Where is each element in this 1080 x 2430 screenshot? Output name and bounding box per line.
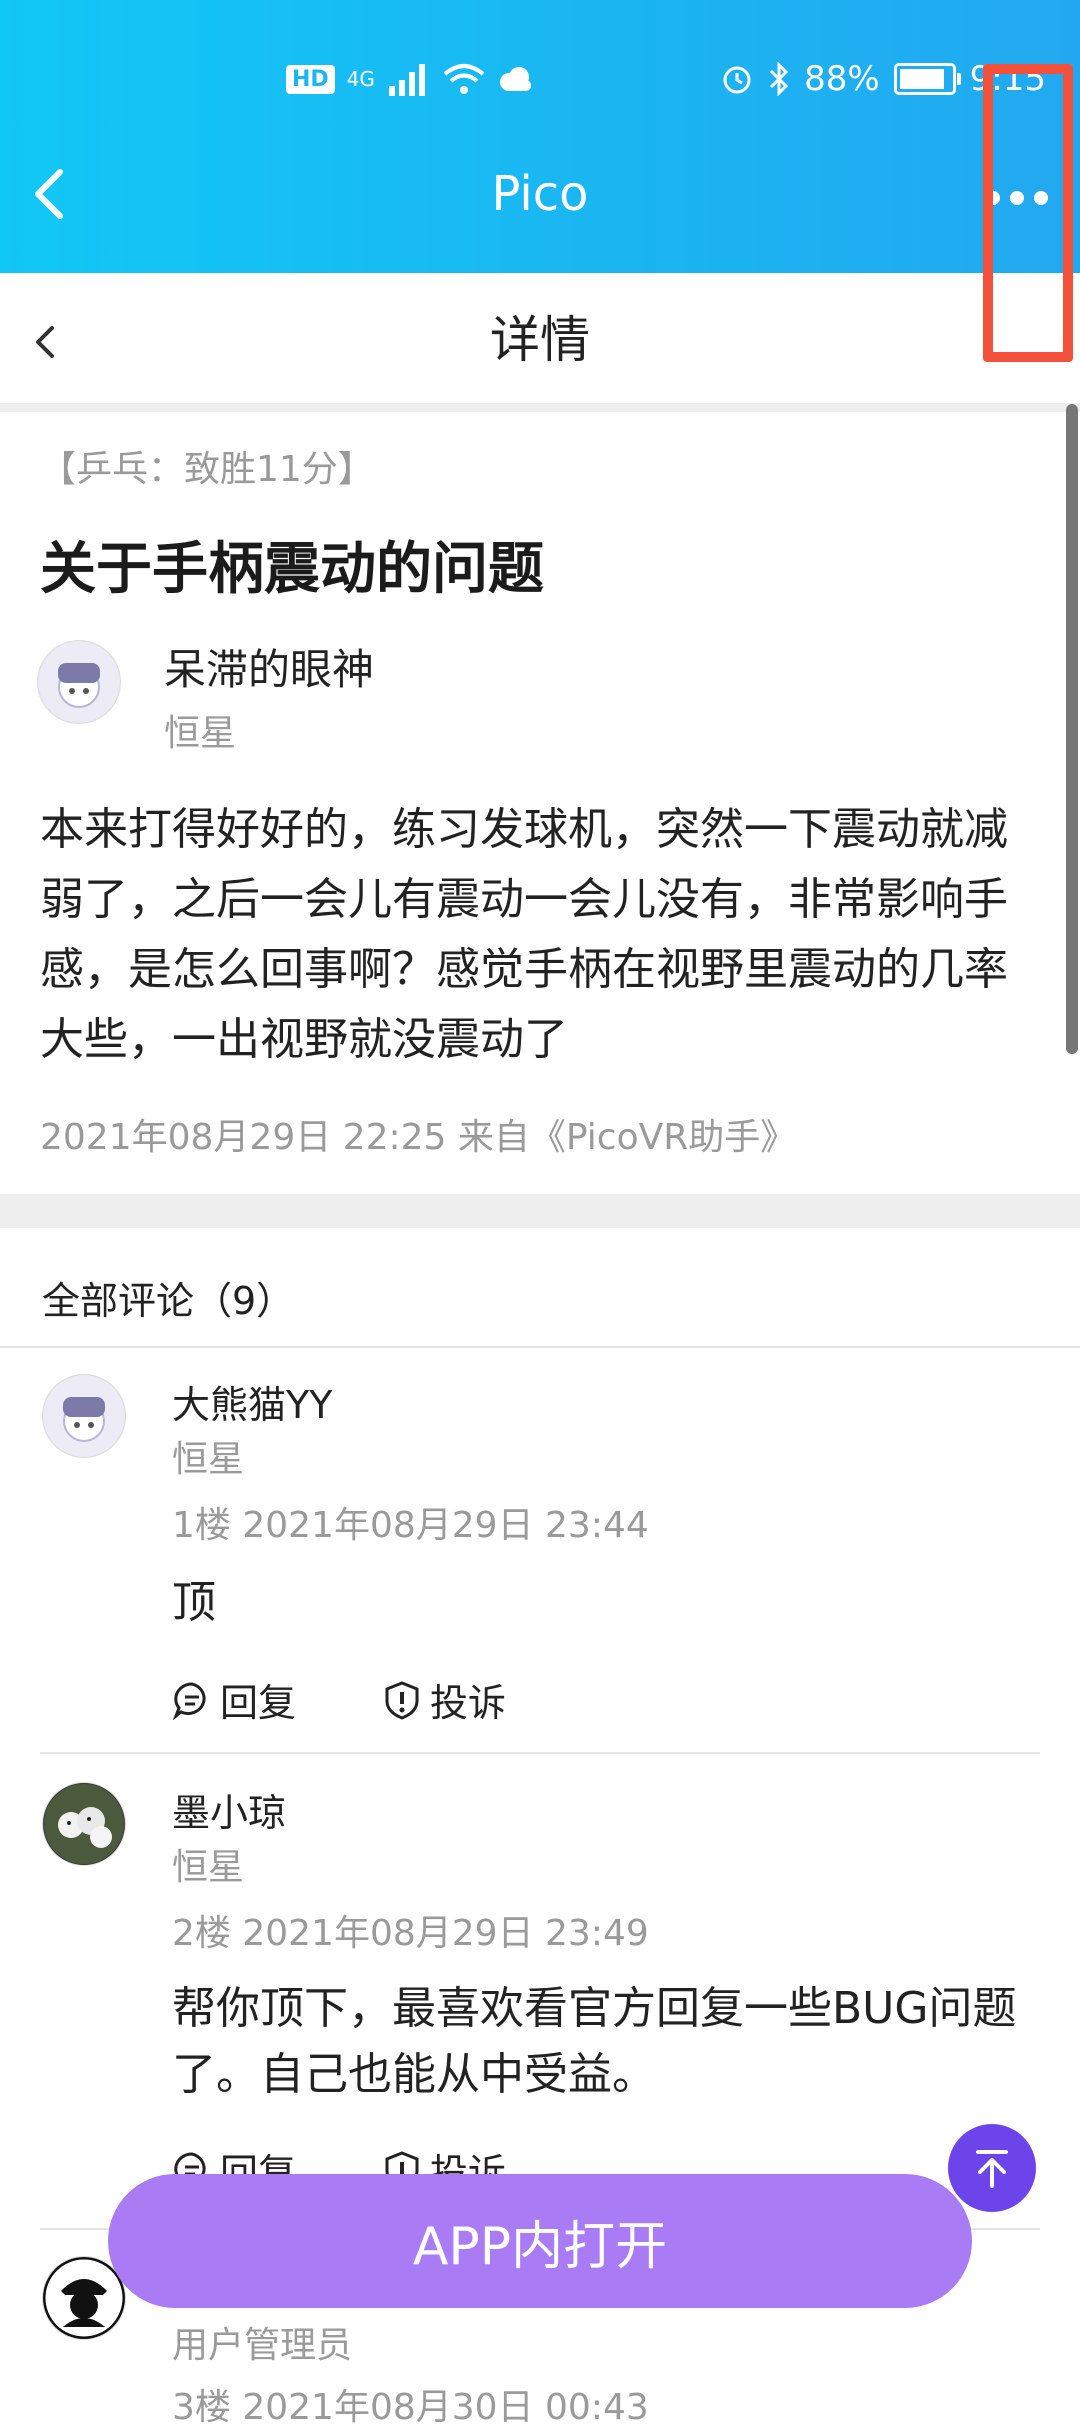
- status-bar-left: HD 4G: [286, 56, 535, 102]
- comment-author-role: 用户管理员: [172, 2325, 353, 2366]
- comment-meta: 1楼 2021年08月29日 23:44: [172, 1505, 649, 1546]
- bluetooth-icon: [770, 62, 789, 96]
- reply-label: 回复: [220, 1681, 297, 1725]
- author-name[interactable]: 呆滞的眼神: [164, 636, 374, 697]
- shield-alert-icon: [385, 1680, 419, 1720]
- avatar[interactable]: [42, 1782, 126, 1866]
- puppies-avatar-icon: [44, 1784, 124, 1864]
- battery-icon: [893, 63, 961, 95]
- comment-author-role: 恒星: [172, 1847, 245, 1888]
- user-avatar-icon: [39, 642, 119, 722]
- post-title: 关于手柄震动的问题: [40, 537, 544, 602]
- comment-body: 帮你顶下，最喜欢看官方回复一些BUG问题了。自己也能从中受益。: [172, 1983, 1017, 2100]
- comment-body: 顶: [172, 1577, 216, 1628]
- section-divider: [0, 1194, 1080, 1228]
- scroll-to-top-button[interactable]: [948, 2124, 1036, 2212]
- wifi-icon: [443, 64, 485, 94]
- post-meta: 2021年08月29日 22:25 来自《PicoVR助手》: [40, 1117, 797, 1158]
- app-title: Pico: [491, 166, 589, 222]
- cloud-icon: [499, 67, 531, 91]
- open-in-app-button[interactable]: APP内打开: [108, 2174, 972, 2308]
- comment-divider: [40, 1752, 1040, 1754]
- highlight-box: [983, 64, 1073, 362]
- signal-icon: [388, 64, 425, 96]
- report-button[interactable]: 投诉: [382, 1672, 506, 1727]
- comment-bubble-icon: [172, 1681, 206, 1720]
- page-title: 详情: [490, 311, 590, 369]
- signal-label: 4G: [346, 67, 375, 91]
- avatar[interactable]: [37, 640, 121, 724]
- battery-percent: 88%: [804, 59, 880, 99]
- top-app-bar: HD 4G 88% 9:15 Pico: [0, 0, 1080, 273]
- admin-avatar-icon: [43, 2257, 125, 2339]
- header-divider: [0, 403, 1080, 412]
- user-avatar-icon: [44, 1376, 124, 1456]
- comment-meta: 2楼 2021年08月29日 23:49: [172, 1913, 649, 1954]
- author-role: 恒星: [164, 713, 237, 754]
- post-tag[interactable]: 【乒乓：致胜11分】: [40, 440, 374, 492]
- avatar[interactable]: [42, 1374, 126, 1458]
- comment-meta: 3楼 2021年08月30日 00:43: [172, 2387, 649, 2428]
- post-body: 本来打得好好的，练习发球机，突然一下震动就减弱了，之后一会儿有震动一会儿没有，非…: [40, 804, 1008, 1065]
- hd-icon: HD: [286, 64, 335, 94]
- comment-author-name[interactable]: 大熊猫YY: [172, 1374, 332, 1429]
- reply-button[interactable]: 回复: [172, 1672, 296, 1727]
- comment-author-role: 恒星: [172, 1439, 245, 1480]
- scrollbar[interactable]: [1066, 404, 1078, 1054]
- comments-header-divider: [0, 1346, 1080, 1348]
- comment-author-name[interactable]: 墨小琼: [172, 1782, 286, 1837]
- alarm-icon: [723, 66, 751, 94]
- comments-title: 全部评论（9）: [42, 1279, 295, 1323]
- report-label: 投诉: [430, 1681, 507, 1725]
- arrow-up-icon: [976, 2150, 1008, 2188]
